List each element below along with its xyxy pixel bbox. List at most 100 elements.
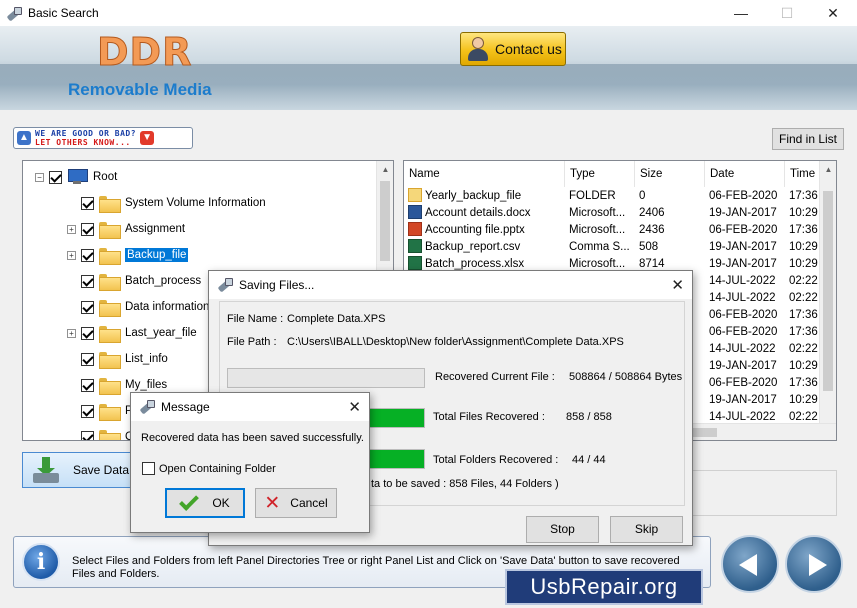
scroll-up-icon[interactable]: ▲ (377, 161, 393, 178)
skip-button[interactable]: Skip (610, 516, 683, 543)
stop-button[interactable]: Stop (526, 516, 599, 543)
list-cell-size[interactable]: 2436 (635, 222, 705, 239)
list-cell-time[interactable]: 17:36 (785, 222, 821, 239)
list-cell-date[interactable]: 06-FEB-2020 (705, 375, 785, 392)
tree-checkbox[interactable] (49, 170, 62, 184)
computer-icon (67, 169, 88, 185)
list-cell-type[interactable]: Microsoft... (565, 222, 635, 239)
list-cell-text: 06-FEB-2020 (709, 377, 778, 389)
list-cell-date[interactable]: 14-JUL-2022 (705, 290, 785, 307)
watermark: UsbRepair.org (505, 569, 703, 605)
expand-icon[interactable]: + (67, 328, 76, 338)
list-cell-date[interactable]: 19-JAN-2017 (705, 205, 785, 222)
list-cell-size[interactable]: 508 (635, 239, 705, 256)
tree-checkbox[interactable] (81, 222, 94, 236)
file-name-label: File Name : (227, 313, 284, 325)
tree-checkbox[interactable] (81, 196, 94, 210)
tree-item[interactable]: O (67, 427, 134, 440)
list-cell-date[interactable]: 06-FEB-2020 (705, 188, 785, 205)
tree-item[interactable]: Data information (67, 297, 209, 317)
list-cell-time[interactable]: 17:36 (785, 324, 821, 341)
list-cell-time[interactable]: 17:36 (785, 375, 821, 392)
list-cell-time[interactable]: 10:29 (785, 392, 821, 409)
list-cell-time[interactable]: 17:36 (785, 307, 821, 324)
close-button[interactable]: ✕ (810, 0, 856, 26)
list-cell-date[interactable]: 14-JUL-2022 (705, 341, 785, 358)
find-in-list-button[interactable]: Find in List (772, 128, 844, 150)
feedback-banner[interactable]: ▲ WE ARE GOOD OR BAD? LET OTHERS KNOW...… (13, 127, 193, 149)
list-cell-text: 19-JAN-2017 (709, 241, 777, 253)
column-header-name[interactable]: Name (404, 161, 565, 187)
list-cell-time[interactable]: 10:29 (785, 358, 821, 375)
list-cell-name[interactable]: Yearly_backup_file (404, 188, 565, 205)
column-header-date[interactable]: Date (705, 161, 785, 187)
maximize-button[interactable]: ☐ (764, 0, 810, 26)
tree-checkbox[interactable] (81, 404, 94, 418)
close-icon[interactable]: ✕ (348, 398, 361, 416)
open-folder-option[interactable]: Open Containing Folder (142, 462, 276, 475)
list-cell-date[interactable]: 19-JAN-2017 (705, 239, 785, 256)
next-button[interactable] (785, 535, 843, 593)
list-cell-size[interactable]: 0 (635, 188, 705, 205)
scroll-thumb[interactable] (823, 191, 833, 391)
ok-button[interactable]: OK (165, 488, 245, 518)
list-cell-size[interactable]: 2406 (635, 205, 705, 222)
tree-checkbox[interactable] (81, 300, 94, 314)
column-header-type[interactable]: Type (565, 161, 635, 187)
tree-item[interactable]: + Assignment (67, 219, 185, 239)
list-cell-time[interactable]: 02:22 (785, 290, 821, 307)
list-cell-date[interactable]: 06-FEB-2020 (705, 307, 785, 324)
column-header-size[interactable]: Size (635, 161, 705, 187)
tree-item[interactable]: List_info (67, 349, 168, 369)
list-cell-date[interactable]: 19-JAN-2017 (705, 358, 785, 375)
scroll-up-icon[interactable]: ▲ (820, 161, 836, 178)
collapse-icon[interactable]: − (35, 172, 44, 182)
tree-item[interactable]: + Backup_file (67, 245, 189, 265)
tree-item[interactable]: System Volume Information (67, 193, 266, 213)
cancel-button[interactable]: ✕ Cancel (255, 488, 337, 518)
back-button[interactable] (721, 535, 779, 593)
close-icon[interactable]: ✕ (671, 276, 684, 294)
list-cell-text: Comma S... (569, 241, 630, 253)
checkmark-icon (179, 491, 200, 511)
save-data-button[interactable]: Save Data (22, 452, 134, 488)
list-cell-time[interactable]: 17:36 (785, 188, 821, 205)
app-icon (139, 399, 155, 415)
list-cell-type[interactable]: FOLDER (565, 188, 635, 205)
list-cell-type[interactable]: Comma S... (565, 239, 635, 256)
scroll-thumb[interactable] (380, 181, 390, 261)
list-cell-date[interactable]: 19-JAN-2017 (705, 392, 785, 409)
minimize-button[interactable]: — (718, 0, 764, 26)
list-cell-date[interactable]: 19-JAN-2017 (705, 256, 785, 273)
list-cell-name[interactable]: Accounting file.pptx (404, 222, 565, 239)
message-dialog: Message ✕ Recovered data has been saved … (130, 392, 370, 533)
list-cell-name[interactable]: Backup_report.csv (404, 239, 565, 256)
tree-checkbox[interactable] (81, 274, 94, 288)
list-cell-text: 10:29 (789, 258, 818, 270)
list-cell-name[interactable]: Account details.docx (404, 205, 565, 222)
list-cell-type[interactable]: Microsoft... (565, 205, 635, 222)
list-cell-date[interactable]: 06-FEB-2020 (705, 222, 785, 239)
tree-item[interactable]: Batch_process (67, 271, 201, 291)
list-cell-time[interactable]: 10:29 (785, 239, 821, 256)
contact-us-button[interactable]: Contact us (460, 32, 566, 66)
tree-checkbox[interactable] (81, 430, 94, 440)
list-cell-time[interactable]: 02:22 (785, 341, 821, 358)
tree-item[interactable]: + Last_year_file (67, 323, 197, 343)
tree-checkbox[interactable] (81, 248, 94, 262)
open-folder-checkbox[interactable] (142, 462, 155, 475)
tree-root[interactable]: − Root (35, 167, 117, 187)
list-cell-date[interactable]: 06-FEB-2020 (705, 324, 785, 341)
tree-item[interactable]: Pi (67, 401, 135, 421)
tree-checkbox[interactable] (81, 352, 94, 366)
list-cell-time[interactable]: 02:22 (785, 273, 821, 290)
list-vertical-scrollbar[interactable]: ▲ (819, 161, 836, 425)
list-cell-time[interactable]: 10:29 (785, 256, 821, 273)
folder-icon (99, 403, 121, 421)
tree-checkbox[interactable] (81, 378, 94, 392)
tree-checkbox[interactable] (81, 326, 94, 340)
list-cell-date[interactable]: 14-JUL-2022 (705, 273, 785, 290)
list-cell-time[interactable]: 10:29 (785, 205, 821, 222)
expand-icon[interactable]: + (67, 250, 76, 260)
expand-icon[interactable]: + (67, 224, 76, 234)
